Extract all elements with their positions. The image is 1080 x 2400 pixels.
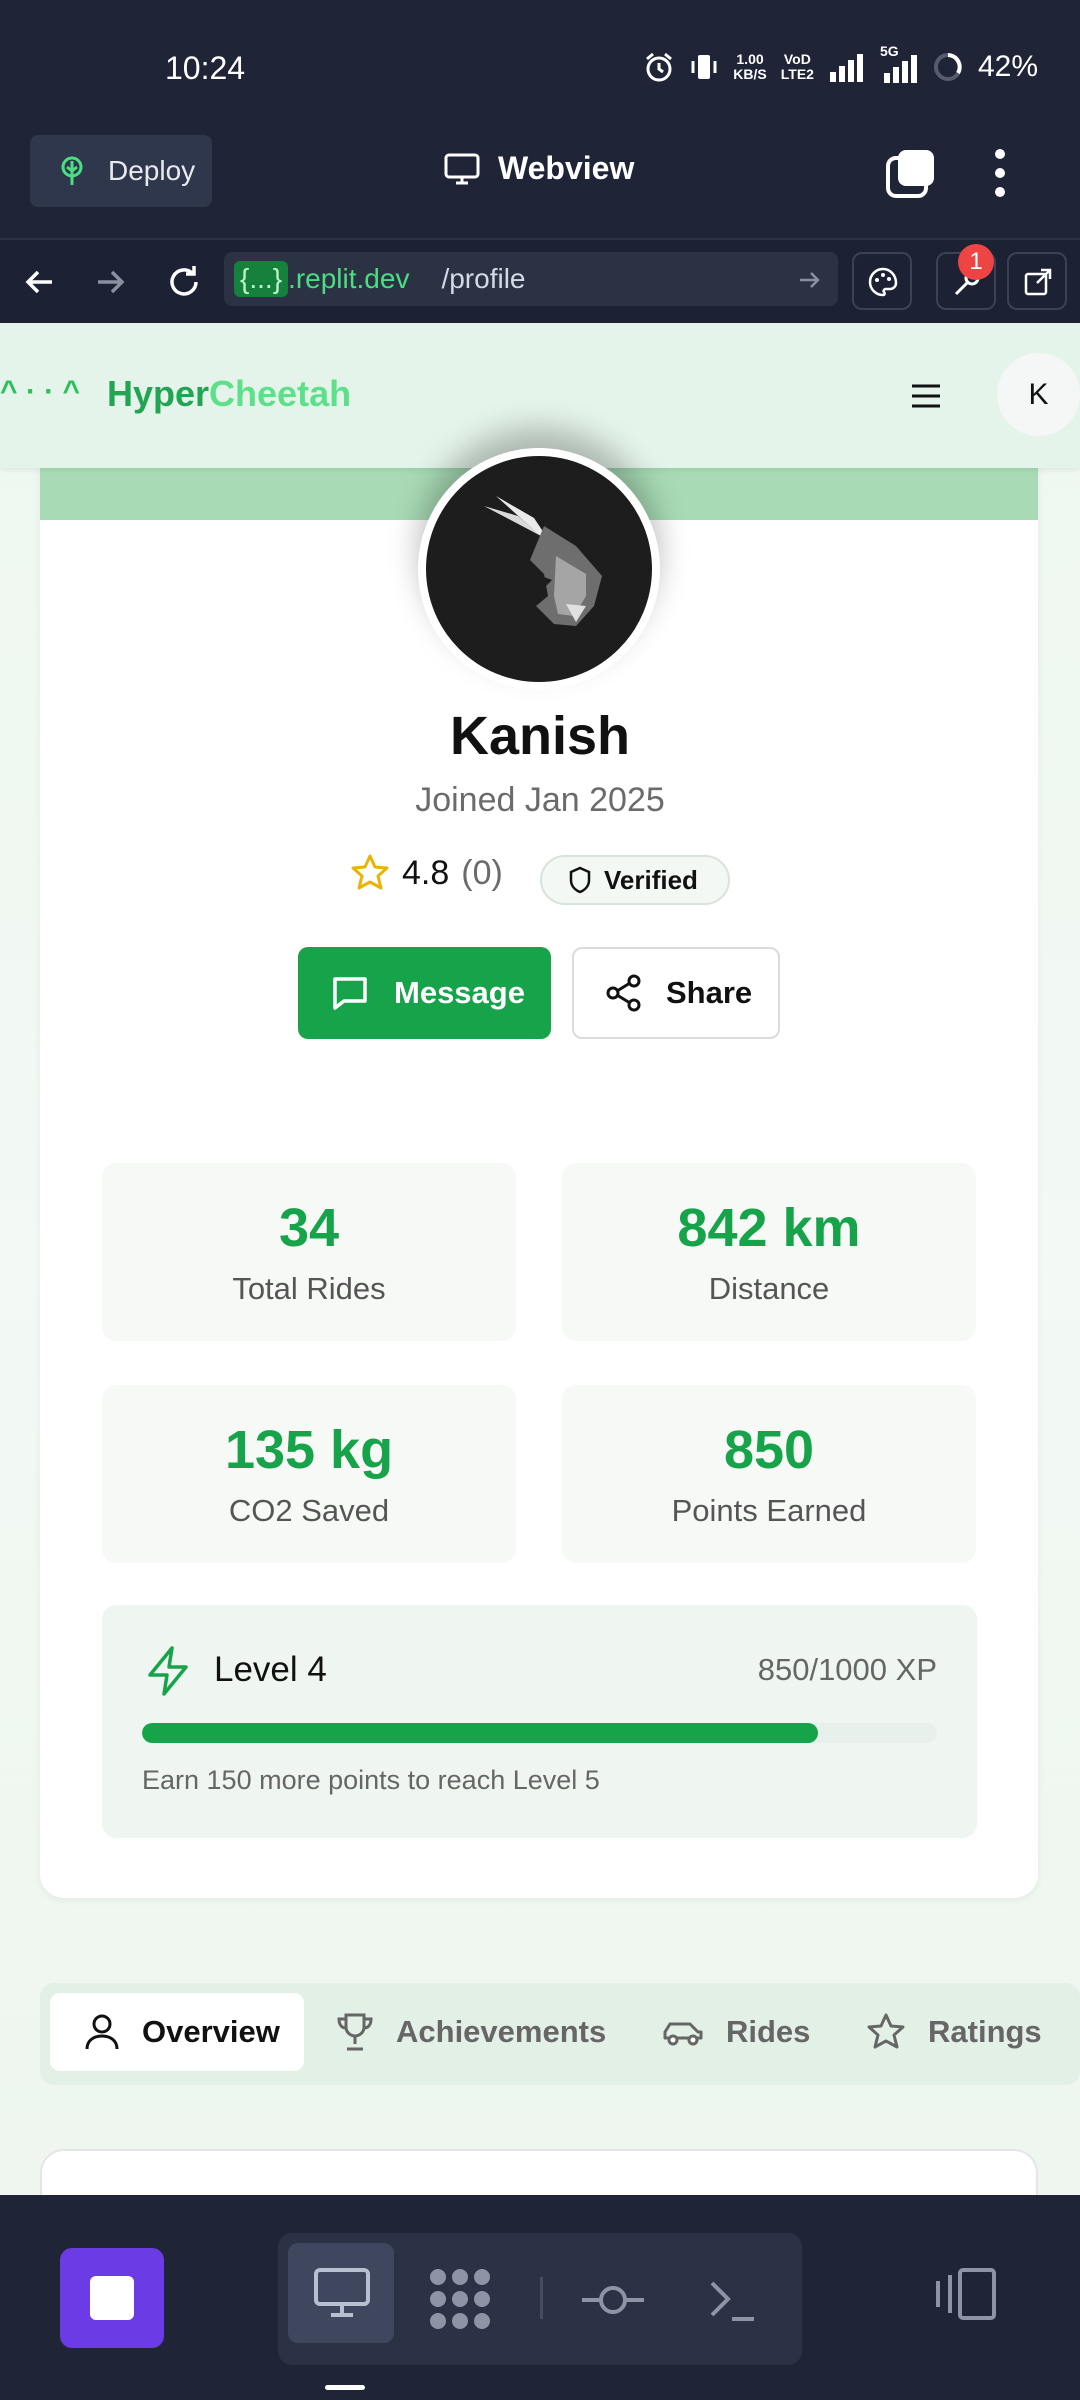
battery-ring-icon [933,53,962,81]
palette-button[interactable] [852,252,912,310]
shield-icon [569,866,591,894]
signal-5g-icon: 5G [878,43,918,83]
cheetah-logo-icon [484,496,602,626]
rating-display: 4.8 (0) [350,853,503,893]
profile-tabs: Overview Achievements Rides Ratings [40,1983,1080,2085]
share-icon [606,974,641,1012]
user-avatar[interactable]: K [997,353,1080,436]
tab-achievements[interactable]: Achievements [336,1993,606,2071]
tool-divider [540,2277,543,2319]
webview-content: ^ · · ^ HyperCheetah K Kanish Joined Jan… [0,323,1080,2195]
alarm-icon [646,52,673,82]
stop-icon [90,2276,134,2320]
star-icon [867,2013,905,2049]
tabs-icon[interactable] [886,148,936,198]
tab-overview[interactable]: Overview [50,1993,304,2071]
url-bar: {...} .replit.dev /profile 1 [0,238,1080,323]
status-icons: 1.00 KB/S VoD LTE2 5G 42% [643,43,1038,84]
tab-ratings[interactable]: Ratings [866,1993,1042,2071]
net-speed: 1.00 KB/S [733,51,767,82]
deploy-button[interactable]: Deploy [30,135,212,207]
trophy-icon [337,2013,373,2051]
forward-arrow-icon[interactable] [92,264,128,300]
tab-rides[interactable]: Rides [662,1993,810,2071]
url-path: /profile [441,263,526,294]
battery-percent: 42% [977,50,1038,83]
tool-group [278,2233,802,2365]
message-button[interactable]: Message [298,947,551,1039]
level-xp: 850/1000 XP [757,1652,937,1687]
side-panel-icon[interactable] [934,2267,998,2321]
stat-points-earned: 850 Points Earned [562,1385,976,1563]
profile-picture [418,448,660,690]
hamburger-menu-icon[interactable] [910,383,942,409]
rating-count: (0) [461,853,503,892]
notification-badge: 1 [958,244,994,280]
tab-content-card [40,2149,1038,2195]
stat-distance: 842 km Distance [562,1163,976,1341]
brand-logo[interactable]: HyperCheetah [107,373,351,415]
level-progress-fill [142,1723,818,1743]
home-indicator [325,2385,365,2390]
message-icon [333,977,367,1010]
monitor-icon [444,153,480,184]
deploy-icon [61,156,83,185]
vibrate-icon [691,55,717,79]
verified-badge: Verified [540,855,730,905]
stop-button[interactable] [60,2248,164,2348]
replit-toolbar: Deploy Webview [0,130,1080,238]
webview-label: Webview [498,150,635,186]
url-host: .replit.dev [288,263,410,294]
level-title: Level 4 [214,1650,327,1689]
level-progress-bar [142,1723,937,1743]
profile-name: Kanish [449,706,631,766]
status-bar: 10:24 1.00 KB/S VoD LTE2 5G 42% [0,0,1080,130]
volte-indicator: VoD LTE2 [780,51,814,82]
palette-icon [868,267,898,297]
url-field[interactable]: {...} .replit.dev /profile [224,252,838,306]
terminal-icon[interactable] [708,2277,758,2323]
ascii-logo: ^ · · ^ [0,375,81,408]
stat-total-rides: 34 Total Rides [102,1163,516,1341]
apps-grid-icon[interactable] [428,2267,492,2331]
share-button[interactable]: Share [572,947,780,1039]
app-header: ^ · · ^ HyperCheetah K [0,323,1080,468]
level-card: Level 4 850/1000 XP Earn 150 more points… [102,1605,977,1838]
status-time: 10:24 [165,50,246,86]
git-commit-icon[interactable] [580,2283,646,2317]
lightning-icon [148,1646,188,1696]
stat-co2-saved: 135 kg CO2 Saved [102,1385,516,1563]
open-external-button[interactable] [1007,252,1067,310]
more-menu-icon[interactable] [990,148,1010,198]
webview-tab[interactable]: Webview [444,150,634,187]
url-host-badge: {...} [234,261,289,297]
rating-value: 4.8 [402,853,450,892]
star-icon [351,854,389,890]
go-arrow-icon[interactable] [798,268,822,292]
deploy-label: Deploy [108,155,196,186]
monitor-icon [314,2268,370,2317]
reload-icon[interactable] [164,262,204,302]
joined-date: Joined Jan 2025 [415,781,665,819]
replit-bottom-bar [0,2195,1080,2400]
signal-icon [829,54,863,82]
car-icon [663,2022,703,2046]
user-icon [85,2014,119,2050]
preview-tool-button[interactable] [288,2243,394,2343]
back-arrow-icon[interactable] [22,264,58,300]
external-link-icon [1024,268,1052,296]
level-note: Earn 150 more points to reach Level 5 [142,1765,600,1795]
devtools-button[interactable]: 1 [936,244,996,310]
